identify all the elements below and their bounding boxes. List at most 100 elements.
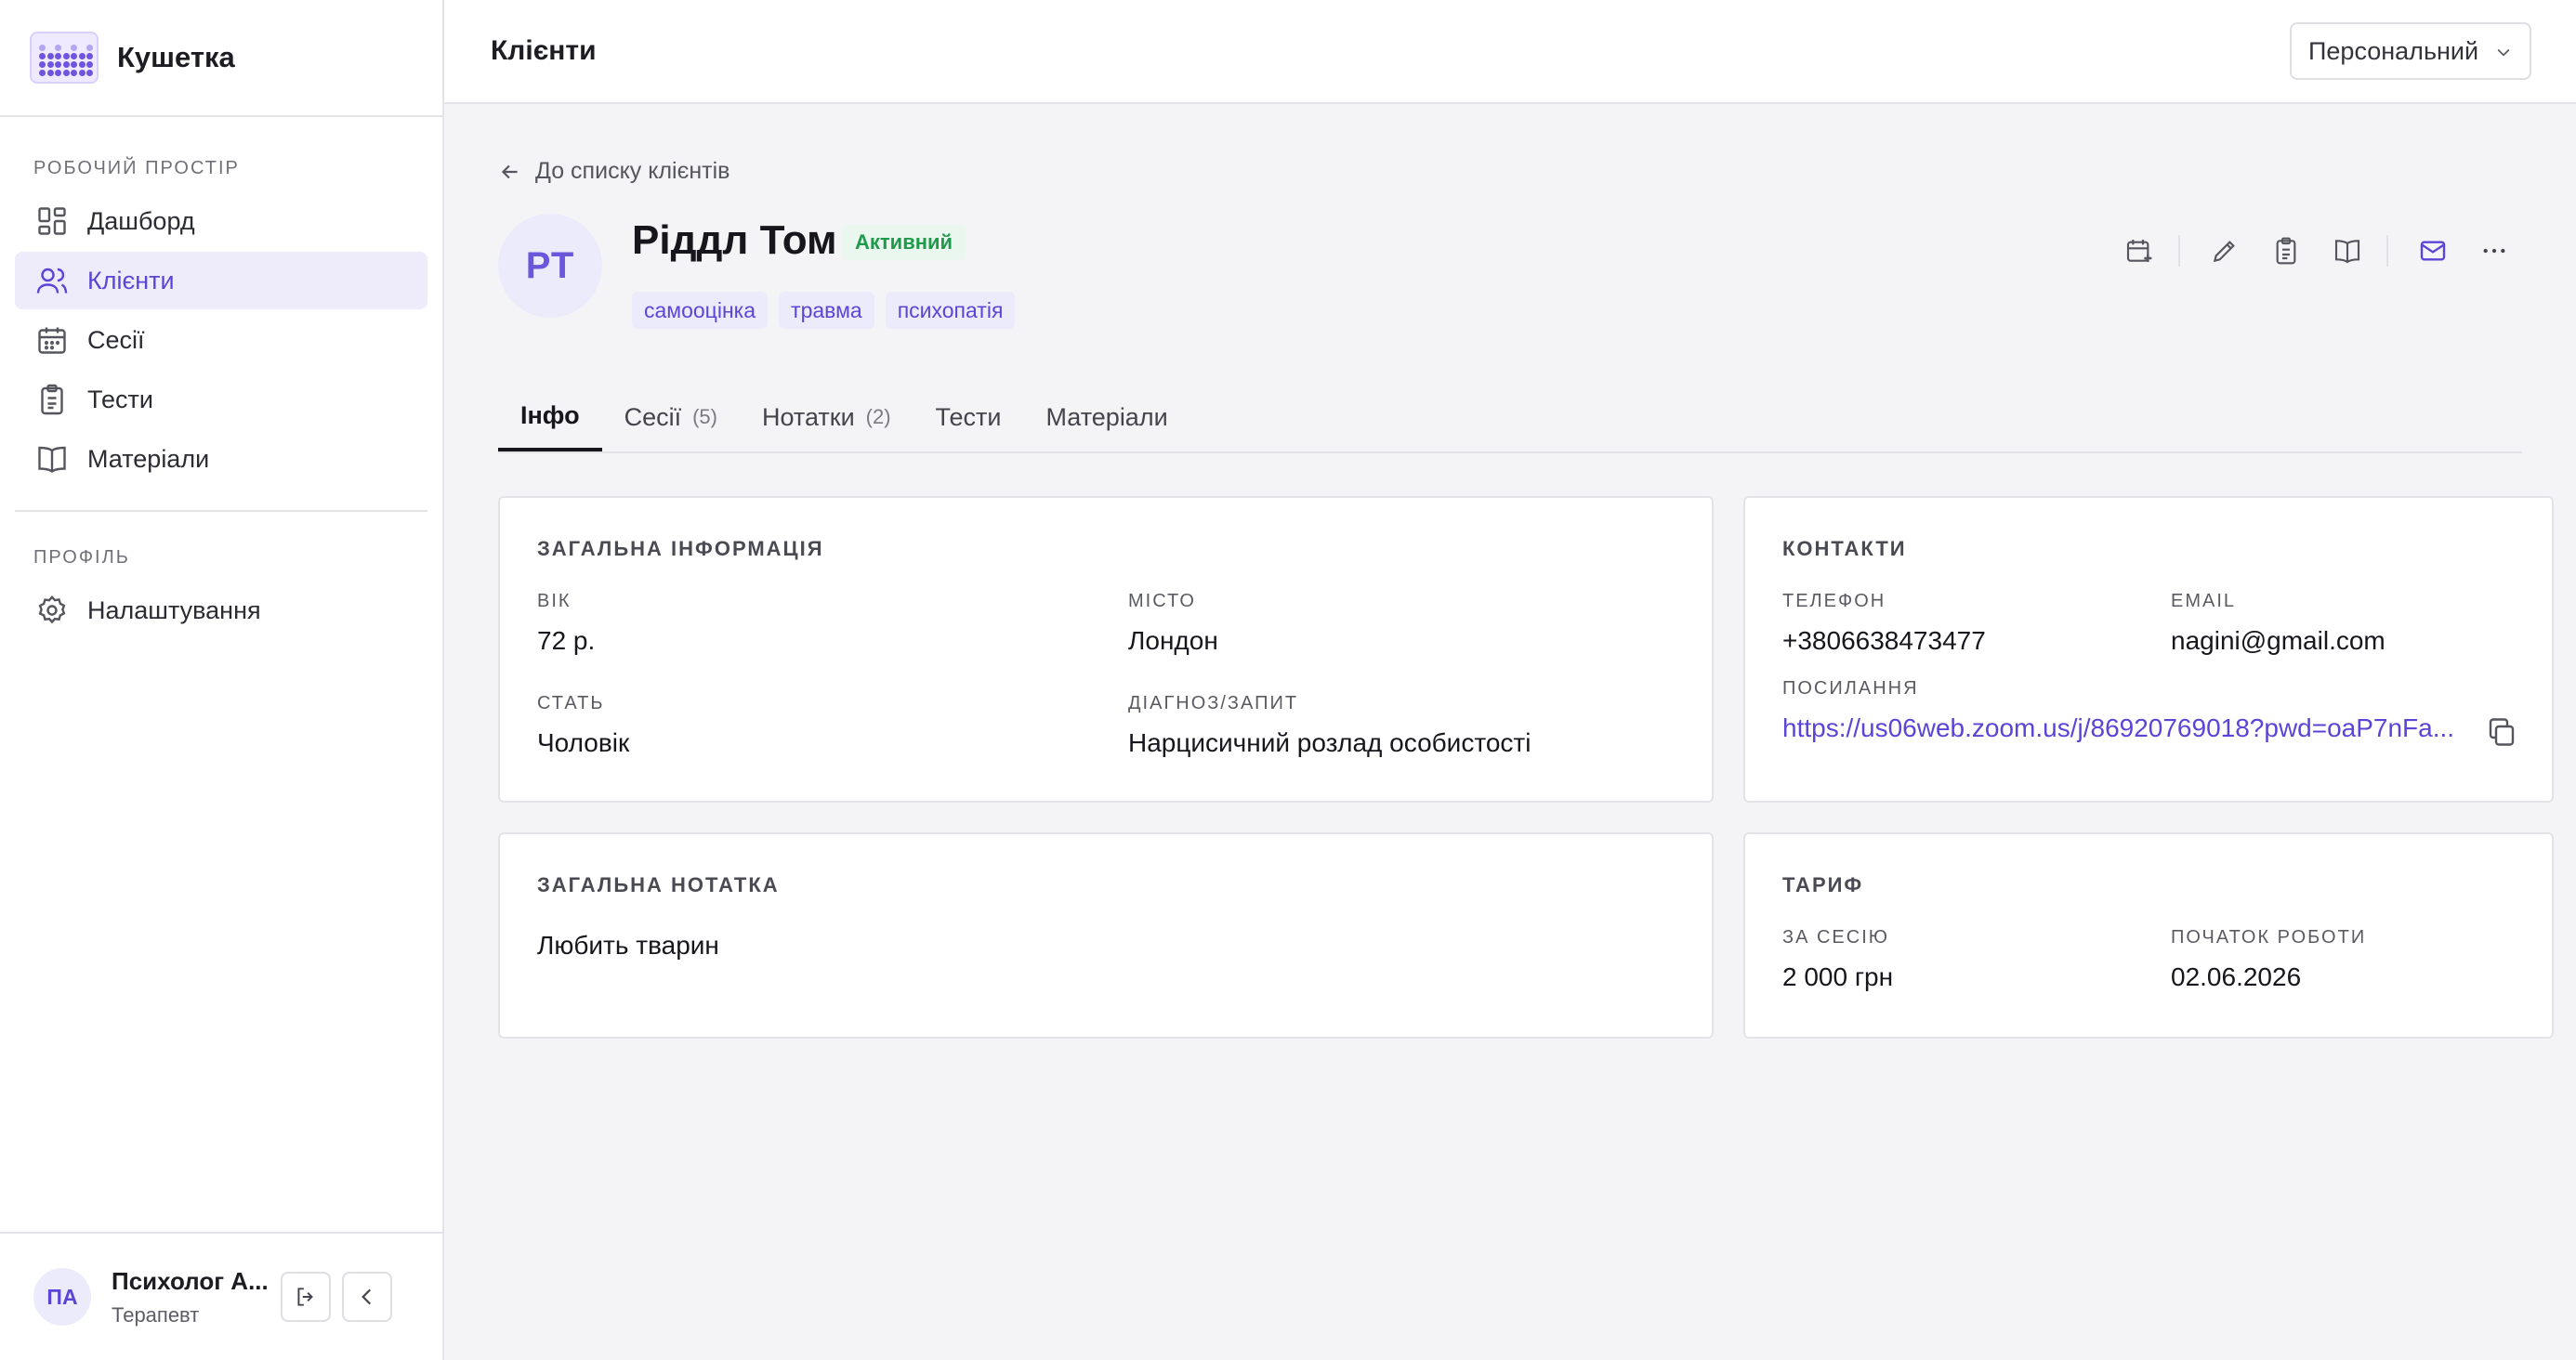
email-label: EMAIL [2171,591,2237,611]
sidebar-item-materials[interactable]: Матеріали [15,430,427,488]
tag: самооцінка [632,292,769,329]
copy-icon[interactable] [2485,715,2518,749]
user-panel: ПА Психолог А... Терапевт [0,1232,442,1360]
actions-divider [2178,235,2180,267]
link-label: ПОСИЛАННЯ [1782,678,1919,699]
age-label: ВІК [537,591,572,611]
schedule-session-button[interactable] [2111,223,2167,279]
client-actions [2106,223,2522,279]
per-session-value: 2 000 грн [1782,962,1894,991]
arrow-left-icon [501,164,518,178]
gender-value: Чоловік [537,728,630,757]
share-material-button[interactable] [2320,223,2375,279]
card-title: ЗАГАЛЬНА ІНФОРМАЦІЯ [537,537,824,560]
top-bar: Клієнти Персональний [444,0,2576,104]
note-text: Любить тварин [537,931,719,960]
sidebar-item-clients[interactable]: Клієнти [15,252,427,309]
nav-section-workspace: РОБОЧИЙ ПРОСТІР [33,158,240,178]
gender-label: СТАТЬ [537,693,605,713]
sidebar-item-label: Матеріали [87,444,210,473]
sidebar-divider [15,510,427,512]
sidebar-item-sessions[interactable]: Сесії [15,311,427,369]
more-horizontal-icon [2483,248,2505,254]
edit-client-button[interactable] [2197,223,2253,279]
sidebar-item-label: Дашборд [87,206,195,235]
nav-section-profile: ПРОФІЛЬ [33,547,130,568]
tab-info[interactable]: Інфо [498,383,602,451]
tag: травма [779,292,874,329]
avatar[interactable]: ПА [33,1268,91,1326]
tab-tests[interactable]: Тести [913,383,1024,451]
users-icon [36,268,68,294]
back-link-label: До списку клієнтів [535,158,730,184]
diagnosis-label: ДІАГНОЗ/ЗАПИТ [1128,693,1299,713]
tab-label: Матеріали [1045,402,1168,431]
tab-label: Нотатки [761,402,855,431]
sidebar: Кушетка РОБОЧИЙ ПРОСТІР Дашборд Клієнти … [0,0,444,1360]
book-icon [38,446,66,473]
per-session-label: ЗА СЕСІЮ [1782,927,1889,948]
sidebar-item-dashboard[interactable]: Дашборд [15,192,427,250]
card-title: ТАРИФ [1782,873,1864,896]
assign-test-button[interactable] [2258,223,2314,279]
app-name: Кушетка [117,41,235,73]
calendar-plus-icon [2126,240,2152,262]
actions-divider [2386,235,2388,267]
brand[interactable]: Кушетка [0,0,442,117]
sidebar-item-label: Налаштування [87,595,261,624]
tab-notes[interactable]: Нотатки (2) [740,383,913,451]
workspace-select[interactable]: Персональний [2290,22,2531,80]
logout-button[interactable] [281,1272,331,1322]
general-note-card: ЗАГАЛЬНА НОТАТКА Любить тварин [498,832,1714,1039]
chevron-down-icon [2497,48,2510,57]
collapse-sidebar-button[interactable] [342,1272,392,1322]
client-tags: самооцінка травма психопатія [632,292,1026,329]
tab-materials[interactable]: Матеріали [1024,383,1190,451]
tab-count: (5) [692,405,717,428]
email-value[interactable]: nagini@gmail.com [2171,626,2385,656]
sidebar-item-label: Тести [87,385,153,413]
diagnosis-value: Нарцисичний розлад особистості [1128,728,1531,757]
tab-label: Тести [935,402,1002,431]
gear-icon [38,595,66,624]
main-content: До списку клієнтів РТ Ріддл Том Активний… [444,104,2576,1360]
tab-label: Інфо [520,400,580,429]
sidebar-item-label: Клієнти [87,266,175,294]
sidebar-item-settings[interactable]: Налаштування [15,582,427,639]
phone-label: ТЕЛЕФОН [1782,591,1886,611]
age-value: 72 р. [537,626,596,655]
pencil-icon [2213,241,2235,263]
more-options-button[interactable] [2466,223,2522,279]
logout-icon [297,1288,313,1306]
back-to-clients-link[interactable]: До списку клієнтів [498,158,729,185]
clipboard-icon [2276,237,2296,265]
city-value: Лондон [1128,626,1218,655]
city-label: МІСТО [1128,591,1196,611]
sidebar-item-label: Сесії [87,325,145,354]
status-badge: Активний [842,225,966,260]
user-role: Терапевт [112,1302,200,1327]
phone-value[interactable]: +3806638473477 [1782,626,1986,656]
start-date-label: ПОЧАТОК РОБОТИ [2171,927,2367,948]
calendar-icon [38,327,66,354]
book-icon [2334,240,2360,264]
tag: психопатія [885,292,1016,329]
general-info-card: ЗАГАЛЬНА ІНФОРМАЦІЯ ВІК 72 р. МІСТО Лонд… [498,496,1714,803]
workspace-select-value: Персональний [2308,36,2479,65]
send-email-button[interactable] [2405,223,2461,279]
tariff-card: ТАРИФ ЗА СЕСІЮ 2 000 грн ПОЧАТОК РОБОТИ … [1743,832,2554,1039]
tab-label: Сесії [624,402,682,431]
user-name: Психолог А... [112,1266,269,1295]
app-logo-icon [30,32,99,84]
tab-sessions[interactable]: Сесії (5) [602,383,740,451]
start-date-value: 02.06.2026 [2171,962,2302,991]
client-tabs: Інфо Сесії (5) Нотатки (2) Тести Матеріа… [498,383,2522,453]
chevron-left-icon [361,1288,372,1305]
dashboard-icon [38,207,66,235]
meeting-link[interactable]: https://us06web.zoom.us/j/86920769018?pw… [1782,713,2475,743]
clipboard-icon [41,384,63,415]
sidebar-item-tests[interactable]: Тести [15,371,427,428]
client-name: Ріддл Том [632,217,837,263]
page-title: Клієнти [491,35,597,66]
card-title: КОНТАКТИ [1782,537,1907,560]
